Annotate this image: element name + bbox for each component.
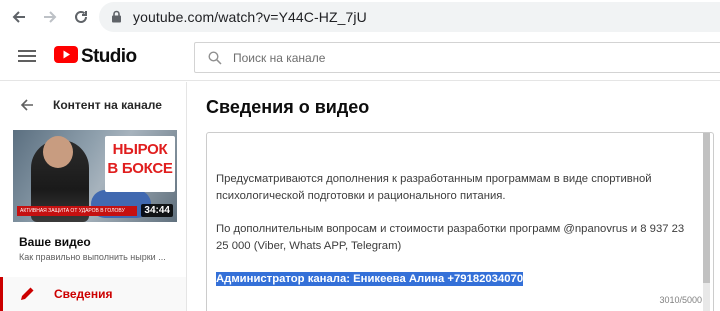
thumbnail-title-block: НЫРОК В БОКСЕ (105, 136, 175, 192)
youtube-studio-logo[interactable]: Studio (54, 45, 137, 69)
description-scrollbar[interactable] (703, 133, 710, 311)
description-paragraph: По дополнительным вопросам и стоимости р… (216, 223, 685, 252)
logo-text: Studio (81, 46, 137, 67)
url-text[interactable]: youtube.com/watch?v=Y44C-HZ_7jU (133, 9, 367, 25)
description-paragraph: Предусматриваются дополнения к разработа… (216, 173, 652, 202)
channel-search-box[interactable] (194, 42, 720, 73)
forward-arrow-icon[interactable] (39, 6, 61, 28)
thumbnail-head (43, 136, 73, 168)
thumbnail-title-line2: В БОКСЕ (107, 160, 173, 177)
lock-icon[interactable] (111, 10, 122, 28)
selected-text: Администратор канала: Еникеева Алина +79… (216, 272, 524, 286)
video-duration-badge: 34:44 (141, 204, 173, 217)
character-counter: 3010/5000 (659, 295, 702, 305)
search-input[interactable] (233, 47, 713, 69)
description-textarea[interactable]: Предусматриваются дополнения к разработа… (206, 132, 714, 311)
reload-icon[interactable] (70, 6, 92, 28)
youtube-play-icon (54, 46, 78, 68)
description-selected-line: Администратор канала: Еникеева Алина +79… (216, 271, 686, 288)
back-to-content-link[interactable]: Контент на канале (0, 90, 187, 120)
hamburger-menu-icon[interactable] (18, 49, 36, 68)
scrollbar-thumb[interactable] (703, 133, 710, 283)
thumbnail-title-line1: НЫРОК (112, 141, 168, 158)
sidebar-item-label: Сведения (54, 287, 113, 301)
search-icon[interactable] (208, 51, 222, 70)
description-text[interactable]: Предусматриваются дополнения к разработа… (216, 171, 686, 304)
back-label[interactable]: Контент на канале (53, 98, 162, 112)
main-content: Сведения о видео Предусматриваются допол… (187, 82, 720, 311)
studio-header: Studio (0, 34, 720, 81)
video-thumbnail[interactable]: НЫРОК В БОКСЕ АКТИВНАЯ ЗАЩИТА ОТ УДАРОВ … (13, 130, 177, 222)
page-title: Сведения о видео (206, 97, 370, 117)
address-bar[interactable]: youtube.com/watch?v=Y44C-HZ_7jU (99, 2, 720, 32)
sidebar: Контент на канале НЫРОК В БОКСЕ АКТИВНАЯ… (0, 82, 187, 311)
sidebar-item-details[interactable]: Сведения (0, 277, 186, 311)
browser-toolbar: youtube.com/watch?v=Y44C-HZ_7jU (0, 0, 720, 34)
thumbnail-banner: АКТИВНАЯ ЗАЩИТА ОТ УДАРОВ В ГОЛОВУ (17, 206, 137, 216)
pencil-icon (20, 286, 35, 306)
arrow-left-icon[interactable] (20, 98, 34, 117)
your-video-label: Ваше видео (19, 235, 91, 249)
video-title: Как правильно выполнить нырки ... (19, 252, 166, 262)
back-arrow-icon[interactable] (8, 6, 30, 28)
active-indicator (0, 277, 3, 311)
